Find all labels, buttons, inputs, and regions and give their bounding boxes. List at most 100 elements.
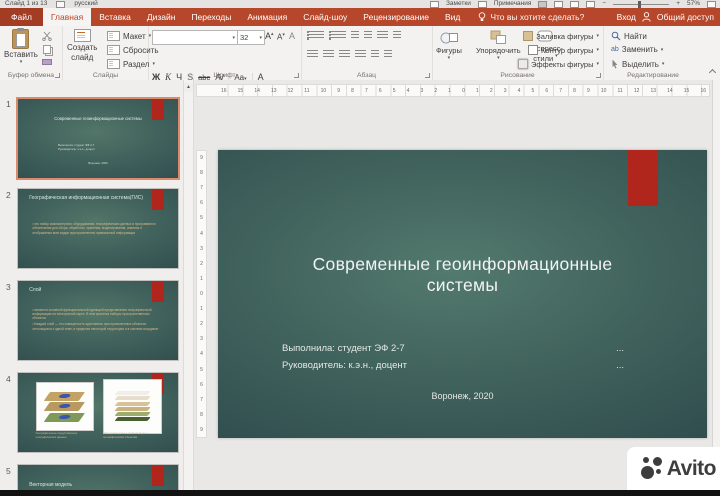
clipboard-dialog-launcher[interactable] [55, 73, 60, 78]
drawing-dialog-launcher[interactable] [596, 73, 601, 78]
horizontal-ruler[interactable]: 16 15 14 13 12 11 10 9 8 7 6 5 4 3 2 1 0 1 2 3 4 5 6 7 8 9 10 11 12 1… [196, 84, 710, 97]
thumbnail-slide-3[interactable]: Слой является основной функциональной ед… [17, 280, 179, 361]
paste-dropdown-arrow[interactable]: ▾ [20, 60, 23, 65]
vertical-ruler[interactable]: 9 8 7 6 5 4 3 2 1 0 1 2 3 4 5 6 7 8 9 [196, 150, 207, 438]
copy-button[interactable] [43, 45, 51, 54]
collapse-ribbon-button[interactable] [709, 68, 715, 74]
zoom-level[interactable]: 57% [687, 0, 700, 8]
find-label: Найти [624, 31, 647, 41]
text-direction-icon[interactable] [393, 31, 401, 40]
spellcheck-icon[interactable] [56, 0, 66, 8]
ruler-number: 14 [254, 87, 260, 94]
share-button[interactable]: Общий доступ [657, 12, 714, 22]
replace-button[interactable]: ab Заменить ▾ [611, 45, 663, 54]
find-button[interactable]: Найти [611, 31, 647, 41]
ruler-number: 2 [434, 87, 438, 94]
slide-canvas[interactable]: Современные геоинформационные системы Вы… [218, 150, 707, 438]
normal-view-icon[interactable] [538, 0, 548, 8]
align-center-icon[interactable] [323, 50, 334, 59]
bottom-strip [0, 490, 720, 496]
select-button[interactable]: Выделить ▾ [611, 59, 664, 69]
clear-formatting-button[interactable]: А [289, 31, 295, 41]
paste-button[interactable]: Вставить ▾ [4, 28, 38, 65]
align-right-icon[interactable] [339, 50, 350, 59]
tab-главная[interactable]: Главная [42, 8, 92, 26]
avito-logo-icon [640, 455, 665, 482]
justify-icon[interactable] [355, 50, 366, 59]
tab-анимация[interactable]: Анимация [239, 8, 295, 26]
thumbnail-slide-1[interactable]: Современные геоинформационные системы Вы… [16, 97, 180, 180]
thumb5-title: Векторная модель [29, 482, 73, 489]
zoom-slider-thumb[interactable] [638, 0, 642, 8]
tab-дизайн[interactable]: Дизайн [139, 8, 184, 26]
thumbnail-scrollbar[interactable]: ▲ [183, 80, 194, 490]
zoom-slider[interactable] [613, 0, 670, 8]
copy-icon [43, 45, 51, 54]
ruler-number: 9 [586, 87, 590, 94]
slide-sorter-view-icon[interactable] [554, 0, 564, 8]
font-name-select[interactable]: ▾ [152, 30, 238, 45]
ribbon-tab-bar: Файл Главная Вставка Дизайн Переходы Анимаци… [0, 8, 720, 26]
tab-рецензирование[interactable]: Рецензирование [355, 8, 437, 26]
shrink-font-button[interactable]: А▾ [277, 32, 285, 42]
comments-toggle[interactable]: Примечания [494, 0, 532, 8]
new-slide-button[interactable]: Создать слайд [67, 29, 97, 62]
thumbnail-slide-4[interactable]: Географическое представление географичес… [17, 372, 179, 453]
ruler-number: 8 [351, 87, 354, 94]
smartart-convert-icon[interactable] [384, 50, 392, 59]
ruler-number: 5 [200, 215, 203, 222]
zoom-out-button[interactable]: − [602, 0, 606, 8]
layout-button[interactable]: Макет ▾ [107, 31, 151, 41]
ruler-number: 13 [650, 87, 657, 94]
ruler-number: 6 [200, 200, 203, 207]
thumb-number-3: 3 [6, 282, 11, 292]
thumbnail-slide-2[interactable]: Географическая информационная система(ГИ… [17, 188, 179, 269]
decrease-indent-icon[interactable] [351, 31, 359, 40]
shape-outline-button[interactable]: Контур фигуры ▾ [528, 45, 599, 55]
font-dialog-launcher[interactable] [294, 73, 299, 78]
reading-view-icon[interactable] [570, 0, 580, 8]
ribbon: Вставить ▾ Буфер обмена Создать слайд Ма… [0, 26, 720, 85]
slide-footer-city[interactable]: Воронеж, 2020 [218, 391, 707, 401]
editing-group: Найти ab Заменить ▾ Выделить ▾ Редактиро… [603, 26, 703, 80]
vertical-scrollbar[interactable] [712, 80, 720, 490]
numbering-icon[interactable] [329, 31, 346, 40]
increase-indent-icon[interactable] [364, 31, 372, 40]
ruler-number: 4 [406, 87, 410, 94]
arrange-icon [490, 30, 506, 44]
tab-слайд-шоу[interactable]: Слайд-шоу [295, 8, 355, 26]
format-painter-button[interactable] [42, 59, 52, 65]
zoom-in-button[interactable]: + [676, 0, 680, 8]
accent-rectangle [151, 465, 164, 486]
ruler-number: 0 [462, 87, 465, 94]
arrange-button[interactable]: Упорядочить ▾ [476, 30, 521, 61]
tab-переходы[interactable]: Переходы [183, 8, 239, 26]
shape-effects-button[interactable]: Эффекты фигуры ▾ [517, 59, 599, 69]
slide-title[interactable]: Современные геоинформационные системы [218, 254, 707, 296]
slideshow-view-icon[interactable] [586, 0, 596, 8]
align-left-icon[interactable] [307, 50, 318, 59]
grow-font-button[interactable]: А▴ [265, 31, 274, 41]
accent-rectangle-shape[interactable] [628, 150, 658, 206]
scroll-up-button[interactable]: ▲ [184, 83, 193, 92]
tell-me-box[interactable]: Что вы хотите сделать? [468, 8, 594, 26]
tab-вставка[interactable]: Вставка [91, 8, 139, 26]
cut-button[interactable] [42, 31, 52, 41]
fit-to-window-icon[interactable] [707, 0, 716, 8]
bullets-icon[interactable] [307, 31, 324, 40]
language-indicator[interactable]: русский [74, 0, 97, 8]
shapes-button[interactable]: Фигуры ▾ [436, 30, 462, 61]
columns-icon[interactable] [371, 50, 379, 59]
new-slide-label-2: слайд [71, 53, 94, 62]
new-slide-icon [73, 29, 91, 42]
sign-in-link[interactable]: Вход [617, 12, 636, 22]
paragraph-dialog-launcher[interactable] [425, 73, 430, 78]
tab-вид[interactable]: Вид [437, 8, 468, 26]
font-size-select[interactable]: 32 ▾ [237, 30, 265, 45]
tab-file[interactable]: Файл [0, 8, 43, 26]
thumbnail-slide-5[interactable]: Векторная модель [17, 464, 179, 490]
notes-toggle[interactable]: Заметки [446, 0, 471, 8]
slide-subtitle-block[interactable]: Выполнила: студент ЭФ 2-7 ... Руководите… [282, 340, 624, 374]
line-spacing-icon[interactable] [377, 31, 388, 40]
shape-fill-button[interactable]: Заливка фигуры ▾ [523, 31, 599, 41]
